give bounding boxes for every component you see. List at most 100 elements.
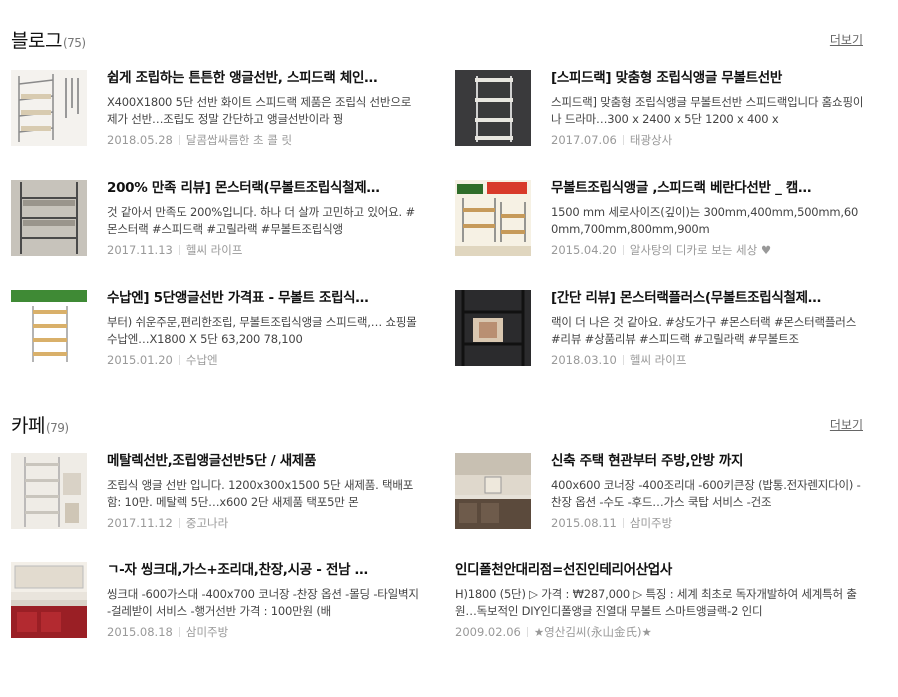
cafe-item-description: H)1800 (5단) ▷ 가격 : ₩287,000 ▷ 특징 : 세계 최초… (455, 587, 857, 618)
cafe-item-date: 2015.08.18 (107, 625, 173, 639)
meta-divider (622, 355, 624, 365)
cafe-item-body: 메탈렉선반,조립앵글선반5단 / 새제품 조립식 앵글 선반 입니다. 1200… (107, 453, 421, 531)
blog-item-description: 것 같아서 만족도 200%입니다. 하나 더 살까 고민하고 있어요. #몬스… (107, 205, 415, 236)
meta-divider (178, 355, 180, 365)
cafe-item-title[interactable]: 인디폴천안대리점=선진인테리어산업사 (455, 562, 865, 579)
blog-item-meta: 2018.03.10 헬씨 라이프 (551, 353, 865, 368)
blog-item: 무볼트조립식앵글 ,스피드랙 베란다선반 _ 캠… 1500 mm 세로사이즈(… (455, 180, 865, 260)
blog-item-meta: 2015.01.20 수납엔 (107, 353, 421, 368)
cafe-item-meta: 2009.02.06 ★영산김씨(永山金氏)★ (455, 625, 865, 640)
cafe-more-link[interactable]: 더보기 (830, 416, 863, 433)
blog-item-date: 2017.07.06 (551, 133, 617, 147)
cafe-item-meta: 2015.08.18 삼미주방 (107, 625, 421, 640)
meta-divider (622, 245, 624, 255)
blog-section-title: 블로그(75) (11, 26, 86, 53)
blog-title-text: 블로그 (11, 30, 62, 52)
cafe-item-date: 2009.02.06 (455, 625, 521, 639)
blog-section: 블로그(75) 더보기 쉽게 조립하는 튼튼한 앵글선반, 스피드랙 체인… X… (11, 26, 863, 367)
cafe-section-title: 카페(79) (11, 411, 69, 438)
meta-divider (526, 627, 528, 637)
blog-item-meta: 2015.04.20 알사탕의 디카로 보는 세상 ♥ (551, 243, 865, 258)
cafe-count: (79) (45, 421, 69, 435)
blog-item: 쉽게 조립하는 튼튼한 앵글선반, 스피드랙 체인… X400X1800 5단 … (11, 70, 421, 150)
blog-item: 200% 만족 리뷰] 몬스터랙(무볼트조립식철제… 것 같아서 만족도 200… (11, 180, 421, 260)
cafe-item-description: 조립식 앵글 선반 입니다. 1200x300x1500 5단 새제품. 택배포… (107, 478, 414, 509)
blog-item-description: 랙이 더 나은 것 같아요. #상도가구 #몬스터랙 #몬스터랙플러스 #리뷰 … (551, 315, 857, 346)
cafe-section: 카페(79) 더보기 메탈렉선반,조립앵글선반5단 / 새제품 조립식 앵글 선… (11, 411, 863, 639)
blog-item-source[interactable]: 수납엔 (186, 353, 218, 367)
cafe-item-thumbnail[interactable] (11, 453, 87, 529)
cafe-item-source[interactable]: 삼미주방 (630, 516, 672, 530)
cafe-item: 메탈렉선반,조립앵글선반5단 / 새제품 조립식 앵글 선반 입니다. 1200… (11, 453, 421, 533)
blog-item-description: 부터) 쉬운주문,편리한조립, 무볼트조립식앵글 스피드랙,… 쇼핑몰 수납엔…… (107, 315, 417, 346)
blog-item-body: [간단 리뷰] 몬스터랙플러스(무볼트조립식철제… 랙이 더 나은 것 같아요.… (551, 290, 865, 368)
blog-item-title[interactable]: 쉽게 조립하는 튼튼한 앵글선반, 스피드랙 체인… (107, 70, 421, 87)
blog-item-date: 2015.01.20 (107, 353, 173, 367)
blog-item-source[interactable]: 태광상사 (630, 133, 672, 147)
blog-item-body: [스피드랙] 맞춤형 조립식앵글 무볼트선반 스피드랙] 맞춤형 조립식앵글 무… (551, 70, 865, 148)
cafe-item: ㄱ-자 씽크대,가스+조리대,찬장,시공 - 전남 … 씽크대 -600가스대 … (11, 562, 421, 642)
cafe-item-meta: 2017.11.12 중고나라 (107, 516, 421, 531)
cafe-item-thumbnail[interactable] (455, 453, 531, 529)
cafe-item-thumbnail[interactable] (11, 562, 87, 638)
blog-item-meta: 2018.05.28 달콤쌉싸름한 초 콜 릿 (107, 133, 421, 148)
meta-divider (622, 135, 624, 145)
cafe-item-source[interactable]: 중고나라 (186, 516, 228, 530)
blog-item-source[interactable]: 달콤쌉싸름한 초 콜 릿 (186, 133, 292, 147)
blog-item-description: 1500 mm 세로사이즈(깊이)는 300mm,400mm,500mm,600… (551, 205, 859, 236)
blog-count: (75) (62, 36, 86, 50)
blog-item-title[interactable]: 무볼트조립식앵글 ,스피드랙 베란다선반 _ 캠… (551, 180, 865, 197)
meta-divider (178, 627, 180, 637)
blog-item-source[interactable]: 헬씨 라이프 (630, 353, 687, 367)
blog-item-meta: 2017.07.06 태광상사 (551, 133, 865, 148)
meta-divider (178, 135, 180, 145)
meta-divider (622, 518, 624, 528)
meta-divider (178, 518, 180, 528)
blog-item-date: 2018.05.28 (107, 133, 173, 147)
blog-item-thumbnail[interactable] (455, 180, 531, 256)
blog-item-title[interactable]: [간단 리뷰] 몬스터랙플러스(무볼트조립식철제… (551, 290, 865, 307)
blog-item: [간단 리뷰] 몬스터랙플러스(무볼트조립식철제… 랙이 더 나은 것 같아요.… (455, 290, 865, 370)
cafe-item-body: 인디폴천안대리점=선진인테리어산업사 H)1800 (5단) ▷ 가격 : ₩2… (455, 562, 865, 640)
blog-item: [스피드랙] 맞춤형 조립식앵글 무볼트선반 스피드랙] 맞춤형 조립식앵글 무… (455, 70, 865, 150)
blog-item-meta: 2017.11.13 헬씨 라이프 (107, 243, 421, 258)
cafe-item-description: 씽크대 -600가스대 -400x700 코너장 -찬장 옵션 -몰딩 -타일벽… (107, 587, 419, 618)
cafe-title-text: 카페 (11, 415, 45, 437)
cafe-item: 신축 주택 현관부터 주방,안방 까지 400x600 코너장 -400조리대 … (455, 453, 865, 533)
cafe-item-source[interactable]: ★영산김씨(永山金氏)★ (534, 625, 652, 639)
meta-divider (178, 245, 180, 255)
blog-item-body: 무볼트조립식앵글 ,스피드랙 베란다선반 _ 캠… 1500 mm 세로사이즈(… (551, 180, 865, 258)
blog-item-date: 2015.04.20 (551, 243, 617, 257)
blog-item-source[interactable]: 알사탕의 디카로 보는 세상 ♥ (630, 243, 771, 257)
blog-item-source[interactable]: 헬씨 라이프 (186, 243, 243, 257)
blog-item-description: X400X1800 5단 선반 화이트 스피드랙 제품은 조립식 선반으로 제가… (107, 95, 412, 126)
blog-section-header: 블로그(75) 더보기 (11, 26, 863, 53)
cafe-item-source[interactable]: 삼미주방 (186, 625, 228, 639)
blog-item-body: 쉽게 조립하는 튼튼한 앵글선반, 스피드랙 체인… X400X1800 5단 … (107, 70, 421, 148)
cafe-item-description: 400x600 코너장 -400조리대 -600키큰장 (밥통.전자렌지다이) … (551, 478, 861, 509)
blog-more-link[interactable]: 더보기 (830, 31, 863, 48)
cafe-item-title[interactable]: ㄱ-자 씽크대,가스+조리대,찬장,시공 - 전남 … (107, 562, 421, 579)
blog-item-date: 2018.03.10 (551, 353, 617, 367)
blog-item-thumbnail[interactable] (11, 180, 87, 256)
blog-item-thumbnail[interactable] (455, 70, 531, 146)
blog-item-description: 스피드랙] 맞춤형 조립식앵글 무볼트선반 스피드랙입니다 홈쇼핑이나 드라마…… (551, 95, 864, 126)
cafe-item-title[interactable]: 메탈렉선반,조립앵글선반5단 / 새제품 (107, 453, 421, 470)
blog-item-date: 2017.11.13 (107, 243, 173, 257)
blog-item-thumbnail[interactable] (11, 290, 87, 366)
blog-item: 수납엔] 5단앵글선반 가격표 - 무볼트 조립식… 부터) 쉬운주문,편리한조… (11, 290, 421, 370)
blog-item-title[interactable]: [스피드랙] 맞춤형 조립식앵글 무볼트선반 (551, 70, 865, 87)
blog-item-title[interactable]: 수납엔] 5단앵글선반 가격표 - 무볼트 조립식… (107, 290, 421, 307)
cafe-item-date: 2015.08.11 (551, 516, 617, 530)
cafe-section-header: 카페(79) 더보기 (11, 411, 863, 438)
cafe-item: 인디폴천안대리점=선진인테리어산업사 H)1800 (5단) ▷ 가격 : ₩2… (455, 562, 865, 642)
blog-item-body: 200% 만족 리뷰] 몬스터랙(무볼트조립식철제… 것 같아서 만족도 200… (107, 180, 421, 258)
cafe-item-body: ㄱ-자 씽크대,가스+조리대,찬장,시공 - 전남 … 씽크대 -600가스대 … (107, 562, 421, 640)
blog-item-thumbnail[interactable] (11, 70, 87, 146)
blog-item-thumbnail[interactable] (455, 290, 531, 366)
blog-item-title[interactable]: 200% 만족 리뷰] 몬스터랙(무볼트조립식철제… (107, 180, 421, 197)
cafe-item-body: 신축 주택 현관부터 주방,안방 까지 400x600 코너장 -400조리대 … (551, 453, 865, 531)
cafe-item-date: 2017.11.12 (107, 516, 173, 530)
cafe-item-title[interactable]: 신축 주택 현관부터 주방,안방 까지 (551, 453, 865, 470)
blog-item-body: 수납엔] 5단앵글선반 가격표 - 무볼트 조립식… 부터) 쉬운주문,편리한조… (107, 290, 421, 368)
